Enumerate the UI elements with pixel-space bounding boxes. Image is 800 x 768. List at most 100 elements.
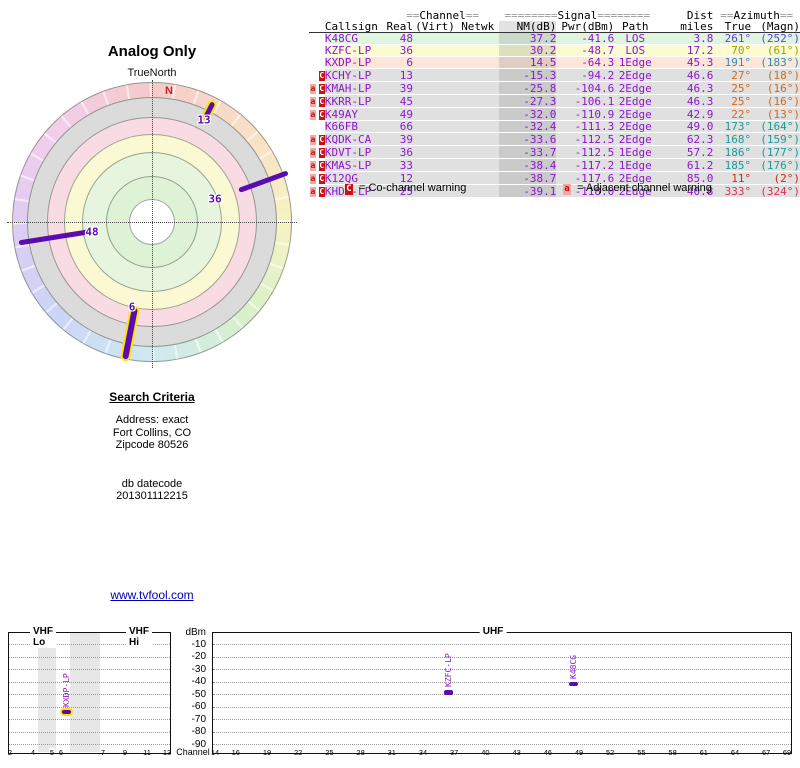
cell-virt: [413, 158, 457, 172]
col-real: Real: [386, 20, 414, 33]
cell-pwr: -117.2: [556, 158, 615, 172]
warn-c-cell: C: [315, 81, 325, 95]
cell-true_az: 70°: [713, 44, 752, 57]
cell-real: 39: [386, 132, 414, 146]
adjacent-channel-badge: a: [309, 110, 316, 120]
db-datecode-value: 201301112215: [116, 490, 188, 503]
cell-miles: 49.0: [656, 120, 714, 133]
warn-a-cell: a: [309, 94, 316, 108]
search-criteria-address: Address: exact: [115, 414, 189, 426]
cell-path: 1Edge: [614, 158, 657, 172]
cell-callsign: KXDP-LP: [324, 56, 387, 69]
cell-virt: [413, 145, 457, 159]
co-channel-badge: C: [318, 161, 325, 171]
co-channel-badge: C: [318, 84, 325, 94]
adjacent-channel-badge: a: [309, 135, 316, 145]
cell-true_az: 11°: [713, 171, 752, 185]
cell-path: LOS: [614, 32, 657, 45]
cell-pwr: -48.7: [556, 44, 615, 57]
cell-true_az: 25°: [713, 94, 752, 108]
cell-true_az: 173°: [713, 120, 752, 133]
co-channel-text: = Co-channel warning: [359, 182, 467, 194]
warn-c-cell: C: [315, 107, 325, 121]
cell-miles: 46.3: [656, 81, 714, 95]
adjacent-channel-badge: a: [309, 97, 316, 107]
cell-netwk: [456, 68, 499, 82]
table-row: a C KQDK-CA 39 -33.6 -112.5 2Edge 62.3 168° (159°…: [309, 132, 800, 146]
warn-c-cell: C: [315, 184, 325, 198]
adjacent-channel-badge: a: [309, 161, 316, 171]
cell-nm: -32.4: [498, 120, 557, 133]
col-miles: miles: [656, 21, 714, 33]
warn-a-cell: a: [309, 81, 316, 95]
tvfool-report: Analog Only TrueNorth N 13 36 48 6 ==Channe…: [0, 0, 800, 768]
co-channel-badge: C: [318, 71, 325, 81]
cell-real: 49: [386, 107, 414, 121]
cell-callsign: K48CG: [324, 32, 387, 45]
cell-virt: [413, 68, 457, 82]
table-row: a C KDVT-LP 36 -33.7 -112.5 1Edge 57.2 186° (177°…: [309, 145, 800, 159]
cell-miles: 62.3: [656, 132, 714, 146]
cell-true_az: 191°: [713, 56, 752, 69]
cell-netwk: [456, 32, 499, 45]
cell-nm: -33.7: [498, 145, 557, 159]
cell-callsign: KKRR-LP: [324, 94, 387, 108]
cell-callsign: KCHY-LP: [324, 68, 387, 82]
cell-magn_az: (18°): [751, 68, 800, 82]
cell-netwk: [456, 120, 499, 133]
radar-spoke-label: 36: [208, 192, 222, 206]
cell-netwk: [456, 56, 499, 69]
cell-virt: [413, 44, 457, 57]
col-pwr: Pwr(dBm): [556, 21, 615, 33]
cell-miles: 61.2: [656, 158, 714, 172]
cell-real: 39: [386, 81, 414, 95]
col-nm: NM(dB): [498, 21, 557, 33]
adjacent-channel-badge: a: [309, 174, 316, 184]
warn-c-cell: C: [315, 145, 325, 159]
cell-nm: -38.7: [498, 171, 557, 185]
warn-a-cell: a: [309, 184, 316, 198]
cell-nm: -39.1: [498, 184, 557, 198]
cell-nm: -25.8: [498, 81, 557, 95]
warn-a-cell: [309, 68, 316, 82]
cell-real: 33: [386, 158, 414, 172]
cell-magn_az: (16°): [751, 94, 800, 108]
cell-callsign: KZFC-LP: [324, 44, 387, 57]
cell-pwr: -112.5: [556, 132, 615, 146]
cell-magn_az: (252°): [751, 32, 800, 45]
co-channel-badge: C: [345, 184, 353, 195]
cell-nm: -32.0: [498, 107, 557, 121]
tvfool-link[interactable]: www.tvfool.com: [110, 588, 193, 602]
station-table: ==Channel== ========Signal======== Dist …: [309, 10, 800, 198]
cell-true_az: 25°: [713, 81, 752, 95]
cell-true_az: 27°: [713, 68, 752, 82]
cell-pwr: -110.9: [556, 107, 615, 121]
cell-magn_az: (13°): [751, 107, 800, 121]
warn-c-cell: [315, 44, 325, 57]
col-netwk: Netwk: [456, 21, 499, 33]
cell-real: 36: [386, 44, 414, 57]
warn-c-cell: C: [315, 68, 325, 82]
dbm-tick-label: -80: [191, 726, 206, 737]
col-virt: (Virt): [413, 21, 457, 33]
cell-netwk: [456, 145, 499, 159]
cell-magn_az: (324°): [751, 184, 800, 198]
adjacent-channel-text: = Adjacent channel warning: [577, 182, 712, 194]
table-column-header: Callsign Real (Virt) Netwk NM(dB) Pwr(dB…: [309, 21, 800, 33]
warn-a-cell: [309, 120, 316, 133]
cell-miles: 17.2: [656, 44, 714, 57]
cell-path: 2Edge: [614, 68, 657, 82]
cell-real: 6: [386, 56, 414, 69]
cell-path: LOS: [614, 44, 657, 57]
dbm-tick-label: -50: [191, 688, 206, 700]
radar-spoke-label: 48: [85, 225, 99, 239]
cell-nm: 14.5: [498, 56, 557, 69]
cell-pwr: -112.5: [556, 145, 615, 159]
cell-path: 2Edge: [614, 94, 657, 108]
cell-true_az: 168°: [713, 132, 752, 146]
warn-c-cell: C: [315, 94, 325, 108]
search-criteria-city: Fort Collins, CO: [112, 426, 192, 439]
cell-virt: [413, 94, 457, 108]
table-row: KXDP-LP 6 14.5 -64.3 1Edge 45.3 191° (183°): [309, 56, 800, 69]
db-datecode-label: db datecode: [121, 477, 183, 490]
